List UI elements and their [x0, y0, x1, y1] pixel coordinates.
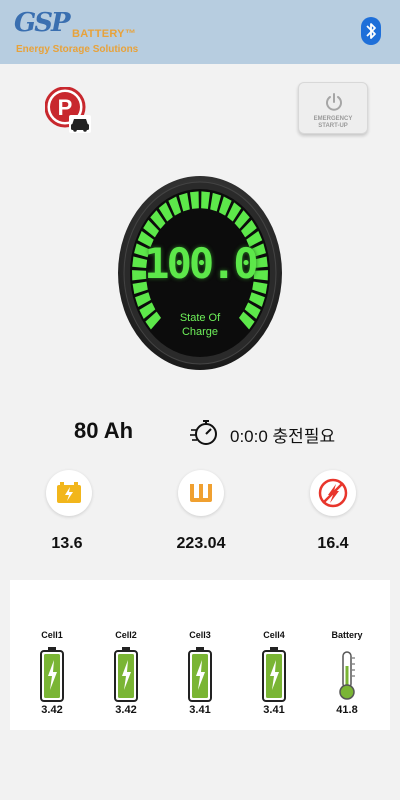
thermometer-icon	[339, 651, 355, 700]
cell-name: Cell4	[263, 630, 285, 640]
brand-logo: GSP BATTERY™ Energy Storage Solutions	[14, 8, 194, 56]
cell-item: Cell3 3.41	[170, 580, 230, 730]
emergency-startup-button[interactable]: EMERGENCY START-UP	[298, 82, 368, 134]
logo-tagline: Energy Storage Solutions	[16, 44, 139, 55]
bluetooth-icon[interactable]	[360, 16, 382, 46]
emergency-label: EMERGENCY START-UP	[313, 116, 353, 129]
cell-value: 3.41	[189, 704, 211, 716]
battery-cell-icon	[262, 647, 286, 702]
logo-battery-text: BATTERY™	[72, 28, 137, 40]
power-icon	[326, 93, 342, 111]
cell-name: Cell1	[41, 630, 63, 640]
cell-item: Battery 41.8	[317, 580, 377, 730]
soc-label: State Of Charge	[179, 312, 221, 338]
cell-name: Cell2	[115, 630, 137, 640]
capacity-value: 80 Ah	[74, 418, 134, 443]
battery-cell-icon	[188, 647, 212, 702]
watt-icon	[178, 470, 224, 516]
parking-car-icon[interactable]: P	[44, 86, 93, 135]
cell-item: Cell1 3.42	[22, 580, 82, 730]
cell-item: Cell4 3.41	[244, 580, 304, 730]
battery-cell-icon	[40, 647, 64, 702]
cell-value: 41.8	[336, 704, 358, 716]
app-header: GSP BATTERY™ Energy Storage Solutions	[0, 0, 400, 64]
battery-cell-icon	[114, 647, 138, 702]
stopwatch-icon	[190, 418, 218, 446]
cell-value: 3.41	[263, 704, 285, 716]
soc-value: 100.0	[144, 239, 258, 288]
battery-charge-icon	[46, 470, 92, 516]
current-bolt-icon	[310, 470, 356, 516]
power-value: 223.04	[176, 535, 226, 552]
cell-value: 3.42	[115, 704, 137, 716]
cell-name: Battery	[331, 630, 363, 640]
cells-panel: Cell1 3.42 Cell2 3.42 Cell3 3.41 Cell4 3…	[10, 580, 390, 730]
logo-mark: GSP	[14, 8, 71, 38]
cell-name: Cell3	[189, 630, 211, 640]
soc-gauge: 100.0 State Of Charge	[117, 175, 283, 371]
current-value: 16.4	[317, 535, 349, 552]
cell-item: Cell2 3.42	[96, 580, 156, 730]
charge-time: 0:0:0 충전필요	[230, 427, 336, 446]
voltage-value: 13.6	[51, 535, 83, 552]
cell-value: 3.42	[41, 704, 63, 716]
